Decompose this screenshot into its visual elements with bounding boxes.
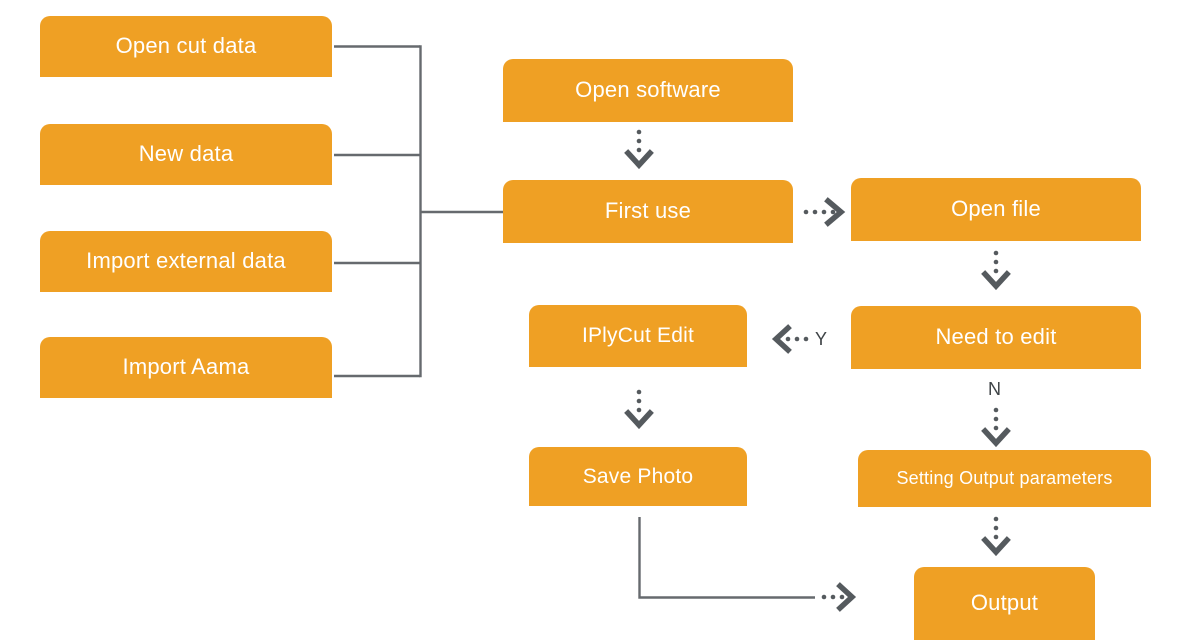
node-output[interactable]: Output xyxy=(914,567,1095,640)
node-import-external-data[interactable]: Import external data xyxy=(40,231,332,292)
edge-open-file-to-need-to-edit xyxy=(981,250,1011,291)
branch-label-no: N xyxy=(988,379,1001,399)
branch-label-yes: Y xyxy=(815,329,828,349)
node-open-cut-data[interactable]: Open cut data xyxy=(40,16,332,77)
node-new-data[interactable]: New data xyxy=(40,124,332,185)
node-label-import-aama: Import Aama xyxy=(122,354,250,380)
node-open-file[interactable]: Open file xyxy=(851,178,1141,241)
edge-open-software-to-first-use xyxy=(624,129,654,170)
node-need-to-edit[interactable]: Need to edit xyxy=(851,306,1141,369)
node-label-open-file: Open file xyxy=(951,196,1041,222)
flowchart-canvas: Open cut data New data Import external d… xyxy=(0,0,1200,640)
node-label-open-cut-data: Open cut data xyxy=(115,33,257,59)
edge-setting-output-to-output xyxy=(981,516,1011,557)
node-first-use[interactable]: First use xyxy=(503,180,793,243)
edge-iplycut-edit-to-save-photo xyxy=(624,389,654,430)
node-open-software[interactable]: Open software xyxy=(503,59,793,122)
node-label-output: Output xyxy=(970,590,1039,616)
node-label-setting-output-parameters: Setting Output parameters xyxy=(896,467,1113,488)
node-save-photo[interactable]: Save Photo xyxy=(529,447,747,506)
edge-need-to-edit-to-iplycut-edit xyxy=(771,324,809,354)
edge-save-photo-to-output xyxy=(638,517,857,612)
node-setting-output-parameters[interactable]: Setting Output parameters xyxy=(858,450,1151,507)
node-import-aama[interactable]: Import Aama xyxy=(40,337,332,398)
node-label-need-to-edit: Need to edit xyxy=(935,324,1057,350)
node-iplycut-edit[interactable]: IPlyCut Edit xyxy=(529,305,747,367)
edge-need-to-edit-to-setting-output xyxy=(981,407,1011,448)
node-label-new-data: New data xyxy=(138,141,234,167)
node-label-iplycut-edit: IPlyCut Edit xyxy=(581,324,695,348)
node-label-open-software: Open software xyxy=(575,77,721,103)
node-label-import-external-data: Import external data xyxy=(86,248,286,274)
edge-first-use-to-open-file xyxy=(803,197,846,227)
node-label-save-photo: Save Photo xyxy=(582,464,694,488)
node-label-first-use: First use xyxy=(604,198,692,224)
